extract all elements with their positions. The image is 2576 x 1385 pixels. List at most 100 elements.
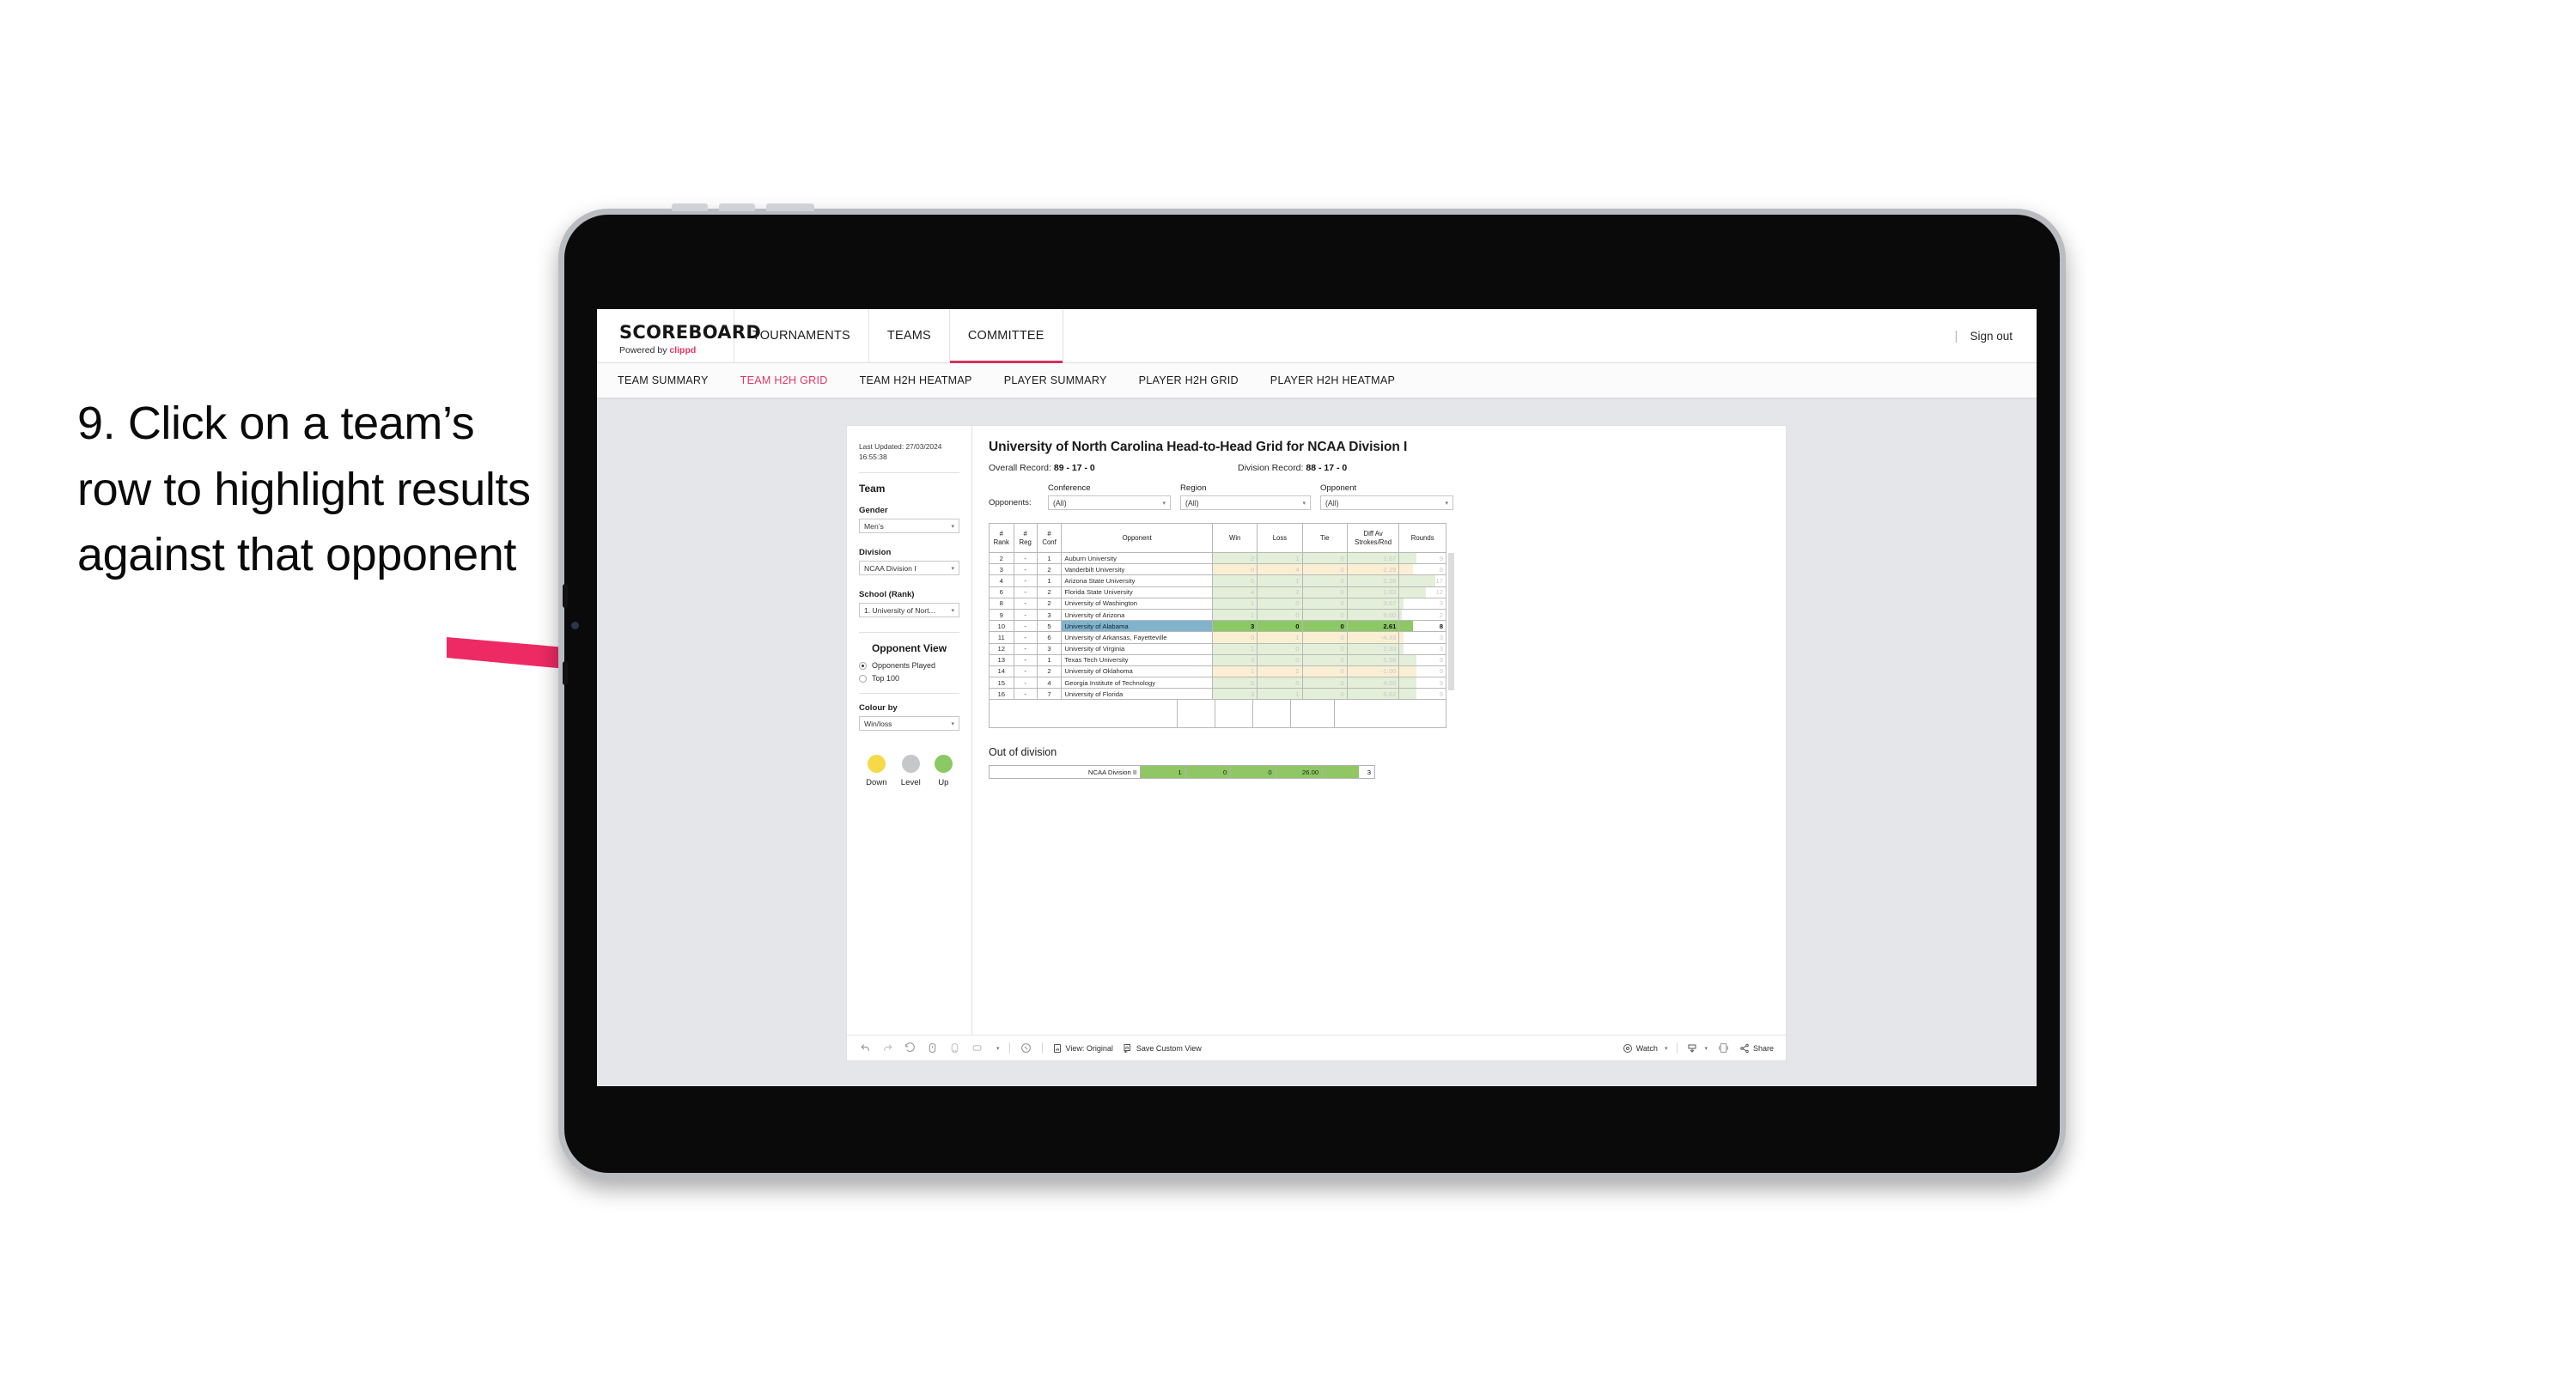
sign-out-link[interactable]: Sign out: [1970, 330, 2013, 343]
gender-select[interactable]: Men’s ▾: [859, 519, 959, 534]
refresh-icon[interactable]: [926, 1042, 939, 1054]
table-row[interactable]: 3-2 Vanderbilt University 0 4 0 -2.29 8: [989, 563, 1446, 576]
cell-win: 3: [1212, 620, 1258, 633]
table-row[interactable]: 4-1 Arizona State University 5 1 0 2.28 17: [989, 574, 1446, 587]
undo-icon[interactable]: [859, 1042, 872, 1054]
cell-win: 2: [1212, 551, 1258, 565]
table-row[interactable]: 2-1 Auburn University 2 1 0 1.67 9: [989, 551, 1446, 565]
watch-icon: [1623, 1043, 1632, 1053]
gender-select-value: Men’s: [864, 521, 884, 531]
swap-icon[interactable]: [971, 1042, 984, 1054]
cell-tie: 0: [1301, 688, 1348, 701]
share-button[interactable]: Share: [1739, 1043, 1774, 1054]
school-select[interactable]: 1. University of Nort... ▾: [859, 603, 959, 618]
app-logo[interactable]: SCOREBOARD Powered by clippd: [597, 309, 761, 362]
table-row[interactable]: 10-5 University of Alabama 3 0 0 2.61 8: [989, 620, 1446, 633]
division-select[interactable]: NCAA Division I ▾: [859, 561, 959, 576]
subtab-player-summary[interactable]: PLAYER SUMMARY: [1004, 374, 1107, 386]
rounds-bar: [1399, 655, 1416, 665]
nav-tab-tournaments[interactable]: TOURNAMENTS: [734, 309, 869, 362]
subtab-player-h2h-heatmap[interactable]: PLAYER H2H HEATMAP: [1270, 374, 1395, 386]
col-rank-line2: Rank: [993, 538, 1009, 546]
cell-diff: -1.00: [1346, 665, 1400, 678]
grid-vertical-scrollbar[interactable]: [1448, 553, 1454, 690]
col-reg: # Reg: [1013, 523, 1038, 553]
cell-rank: 9: [989, 608, 1014, 622]
legend-dot-level-icon: [901, 755, 920, 774]
watch-button[interactable]: Watch ▾: [1623, 1043, 1668, 1054]
cell-opponent: Texas Tech University: [1061, 653, 1214, 666]
view-original-button[interactable]: View: Original: [1052, 1043, 1113, 1054]
chevron-down-icon[interactable]: ▾: [996, 1045, 1000, 1052]
cell-tie: 0: [1301, 551, 1348, 565]
cell-reg: -: [1013, 551, 1038, 565]
fullscreen-icon[interactable]: [1717, 1042, 1730, 1054]
rounds-value: 9: [1439, 678, 1443, 687]
cell-rank: 11: [989, 631, 1014, 644]
highlight-icon[interactable]: [1020, 1042, 1032, 1054]
colour-legend: Down Level Up: [859, 755, 959, 787]
cell-conf: 2: [1036, 597, 1063, 610]
division-select-value: NCAA Division I: [864, 563, 917, 573]
rounds-bar: [1399, 564, 1414, 574]
colour-by-select[interactable]: Win/loss ▾: [859, 716, 959, 732]
cell-win: 0: [1212, 631, 1258, 644]
cell-rank: 8: [989, 597, 1014, 610]
gender-label: Gender: [859, 506, 888, 516]
subtab-team-h2h-grid[interactable]: TEAM H2H GRID: [740, 374, 828, 386]
rounds-value: 3: [1439, 599, 1443, 608]
nav-tab-committee[interactable]: COMMITTEE: [949, 309, 1063, 363]
radio-opponents-played[interactable]: Opponents Played: [859, 661, 959, 670]
rounds-bar: [1399, 621, 1414, 631]
cell-conf: 1: [1036, 574, 1063, 587]
table-row[interactable]: 13-1 Texas Tech University 3 0 0 5.56 9: [989, 653, 1446, 666]
cell-diff: 1.67: [1346, 551, 1400, 565]
rounds-value: 9: [1439, 689, 1443, 698]
pause-icon[interactable]: [948, 1042, 961, 1054]
out-of-division-row[interactable]: NCAA Division II 1 0 0 26.00 3: [988, 765, 1375, 780]
cell-rank: 4: [989, 574, 1014, 587]
colour-by-label: Colour by: [859, 703, 898, 714]
subtab-player-h2h-grid[interactable]: PLAYER H2H GRID: [1139, 374, 1239, 386]
toolbar-divider: [1008, 1042, 1010, 1054]
table-row[interactable]: 11-6 University of Arkansas, Fayetteville…: [989, 631, 1446, 644]
cell-rounds: 3: [1398, 631, 1446, 644]
cell-opponent: Florida State University: [1061, 586, 1214, 598]
divider: [859, 693, 959, 695]
download-button[interactable]: ▾: [1687, 1043, 1708, 1054]
cell-loss: 0: [1257, 653, 1303, 666]
cell-opponent: Georgia Institute of Technology: [1061, 677, 1214, 689]
rounds-value: 8: [1439, 565, 1443, 574]
divider: [859, 632, 959, 634]
table-row[interactable]: 8-2 University of Washington 1 0 0 3.67 3: [989, 597, 1446, 610]
table-row[interactable]: 6-2 Florida State University 4 2 0 1.83 12: [989, 586, 1446, 598]
rounds-bar: [1399, 632, 1404, 642]
cell-conf: 6: [1036, 631, 1063, 644]
revert-icon[interactable]: [904, 1042, 917, 1054]
subtab-team-h2h-heatmap[interactable]: TEAM H2H HEATMAP: [860, 374, 972, 386]
rounds-value: 9: [1439, 554, 1443, 562]
cell-rank: 15: [989, 677, 1014, 689]
table-row[interactable]: 9-3 University of Arizona 1 0 0 9.00 2: [989, 608, 1446, 622]
cell-rounds: 9: [1398, 653, 1446, 666]
cell-loss: 2: [1257, 665, 1303, 678]
chevron-down-icon: ▾: [1664, 1045, 1668, 1052]
cell-loss: 1: [1257, 688, 1303, 701]
cell-diff: -2.29: [1346, 563, 1400, 576]
table-row[interactable]: 14-2 University of Oklahoma 1 2 0 -1.00 9: [989, 665, 1446, 678]
table-row[interactable]: 12-3 University of Virginia 1 0 0 2.33 3: [989, 642, 1446, 655]
cell-opponent: Vanderbilt University: [1061, 563, 1214, 576]
region-select[interactable]: (All) ▾: [1180, 495, 1311, 510]
conference-select[interactable]: (All) ▾: [1048, 495, 1171, 510]
table-row[interactable]: 15-4 Georgia Institute of Technology 5 0 0 4.…: [989, 677, 1446, 689]
opponent-select[interactable]: (All) ▾: [1320, 495, 1453, 510]
grid-body: 2-1 Auburn University 2 1 0 1.67 9 3-2 Vanderbil…: [989, 551, 1446, 701]
subtab-team-summary[interactable]: TEAM SUMMARY: [618, 374, 709, 386]
redo-icon[interactable]: [881, 1042, 894, 1054]
radio-top-100[interactable]: Top 100: [859, 674, 959, 683]
cell-conf: 3: [1036, 642, 1063, 655]
save-custom-view-button[interactable]: Save Custom View: [1123, 1043, 1202, 1054]
table-row[interactable]: 16-7 University of Florida 3 1 0 6.62 9: [989, 688, 1446, 701]
nav-tab-teams[interactable]: TEAMS: [869, 309, 950, 362]
cell-tie: 0: [1301, 677, 1348, 689]
